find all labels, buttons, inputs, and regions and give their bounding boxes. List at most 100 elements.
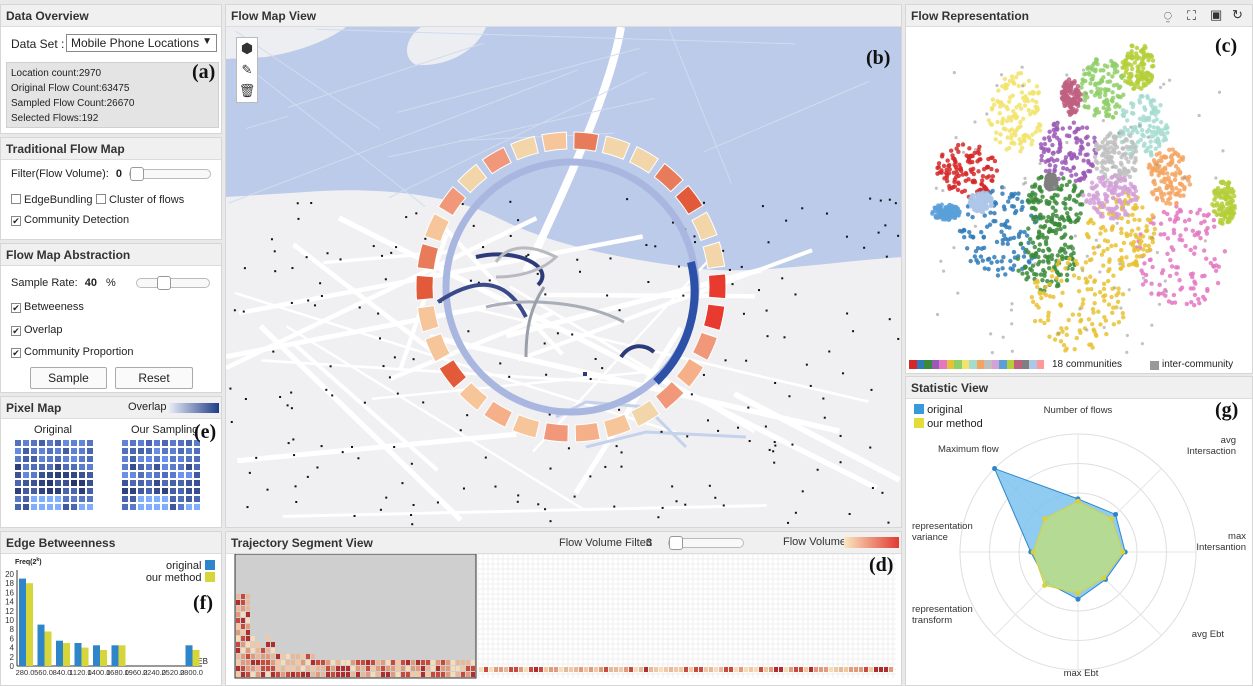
- flow-point: [1113, 164, 1119, 170]
- flow-point: [1130, 212, 1135, 217]
- dataset-select[interactable]: Mobile Phone Locations ▼: [66, 34, 217, 52]
- rate-unit: %: [106, 277, 116, 289]
- slider-handle[interactable]: [157, 276, 171, 290]
- location-point: [816, 468, 819, 471]
- flow-point: [1137, 217, 1142, 223]
- flow-point: [1099, 153, 1105, 158]
- pixel-cell: [153, 471, 161, 479]
- option-label: Betweeness: [24, 301, 84, 313]
- flow-point: [1096, 309, 1101, 314]
- location-point: [294, 485, 297, 488]
- flow-point: [1101, 204, 1107, 209]
- cluster-option[interactable]: Cluster of flows: [96, 194, 184, 206]
- flow-point: [1129, 54, 1134, 59]
- checkbox-checked[interactable]: ✔: [11, 216, 21, 226]
- flow-point: [1105, 278, 1111, 284]
- flow-point: [1101, 105, 1106, 110]
- location-point: [230, 420, 233, 423]
- checkbox-checked[interactable]: ✔: [11, 348, 21, 358]
- flow-point: [1178, 209, 1184, 214]
- radar-point: [1113, 511, 1119, 517]
- flow-point: [1090, 345, 1095, 350]
- flow-point: [1178, 233, 1183, 238]
- segment-cell: [416, 666, 420, 671]
- flow-point: [1160, 268, 1166, 273]
- flow-point: [1114, 82, 1120, 87]
- community-detection-option[interactable]: ✔ Community Detection: [11, 214, 129, 226]
- flow-point: [1008, 258, 1013, 264]
- trash-icon[interactable]: 🗑: [237, 80, 257, 101]
- flow-point: [1000, 266, 1005, 271]
- slider-handle[interactable]: [130, 167, 144, 181]
- flow-point: [1203, 256, 1209, 261]
- flow-volume-slider[interactable]: [668, 536, 744, 550]
- flow-embedding-scatter[interactable]: [906, 27, 1253, 373]
- flow-map[interactable]: [226, 27, 902, 528]
- checkbox[interactable]: [11, 194, 21, 204]
- segment-cell: [246, 666, 250, 671]
- edge-bundling-option[interactable]: EdgeBundling: [11, 194, 93, 206]
- flow-point: [1071, 197, 1077, 203]
- flow-point: [1037, 290, 1042, 295]
- radar-axis-label-line: variance: [912, 532, 948, 543]
- location-point: [684, 503, 687, 506]
- segment-cell: [386, 660, 390, 665]
- flow-point: [1157, 282, 1162, 288]
- checkbox-checked[interactable]: ✔: [11, 326, 21, 336]
- flow-point: [1121, 92, 1126, 97]
- location-point: [618, 309, 621, 312]
- filter-slider[interactable]: [129, 167, 211, 181]
- flow-point: [1218, 205, 1224, 210]
- community-proportion-option[interactable]: ✔ Community Proportion: [11, 346, 133, 358]
- lasso-select-icon[interactable]: ⍜: [1164, 8, 1172, 24]
- pixel-cell: [153, 503, 161, 511]
- overlap-option[interactable]: ✔ Overlap: [11, 324, 63, 336]
- checkbox[interactable]: [96, 194, 106, 204]
- flow-point: [990, 97, 996, 102]
- flow-point: [952, 184, 958, 189]
- sample-rate-slider[interactable]: [136, 276, 210, 290]
- flow-point: [1081, 192, 1086, 198]
- flow-point: [1086, 235, 1091, 240]
- sample-button[interactable]: Sample: [30, 367, 107, 389]
- segment-cell: [484, 667, 488, 672]
- flow-point: [1111, 62, 1116, 67]
- pixel-cell: [161, 471, 169, 479]
- flow-point: [1057, 140, 1063, 146]
- flow-point: [1165, 251, 1170, 257]
- flow-point: [967, 156, 972, 161]
- segment-cell: [799, 667, 803, 672]
- pixel-cell: [62, 479, 70, 487]
- segment-cell: [326, 666, 330, 671]
- pixel-cell: [30, 503, 38, 511]
- flow-point: [1121, 315, 1126, 320]
- reset-button[interactable]: Reset: [115, 367, 193, 389]
- square-select-icon[interactable]: ▣: [1210, 7, 1222, 23]
- flow-point: [1102, 314, 1107, 320]
- flow-point: [1076, 312, 1082, 317]
- refresh-icon[interactable]: ↻: [1232, 7, 1243, 23]
- location-point: [305, 256, 308, 259]
- betweeness-option[interactable]: ✔ Betweeness: [11, 301, 84, 313]
- flow-point: [998, 132, 1003, 137]
- lasso-icon[interactable]: ⬢: [237, 38, 257, 59]
- flow-point: [1188, 209, 1193, 215]
- flow-point: [970, 179, 976, 185]
- rect-select-icon[interactable]: ⛶: [1187, 8, 1196, 24]
- segment-cell: [246, 630, 250, 635]
- location-point: [316, 466, 319, 469]
- flow-point: [1085, 134, 1090, 139]
- trajectory-heatmap[interactable]: [226, 554, 902, 686]
- flow-point: [1053, 164, 1058, 169]
- segment-cell: [471, 672, 475, 677]
- location-point: [768, 448, 771, 451]
- flow-point: [977, 191, 982, 196]
- checkbox-checked[interactable]: ✔: [11, 303, 21, 313]
- edit-icon[interactable]: ✎: [237, 59, 257, 80]
- flow-point: [1134, 263, 1140, 268]
- pixel-cell: [54, 487, 62, 495]
- slider-handle[interactable]: [669, 536, 683, 550]
- flow-point: [967, 229, 972, 235]
- rate-label: Sample Rate:: [11, 277, 78, 289]
- pixel-cell: [30, 455, 38, 463]
